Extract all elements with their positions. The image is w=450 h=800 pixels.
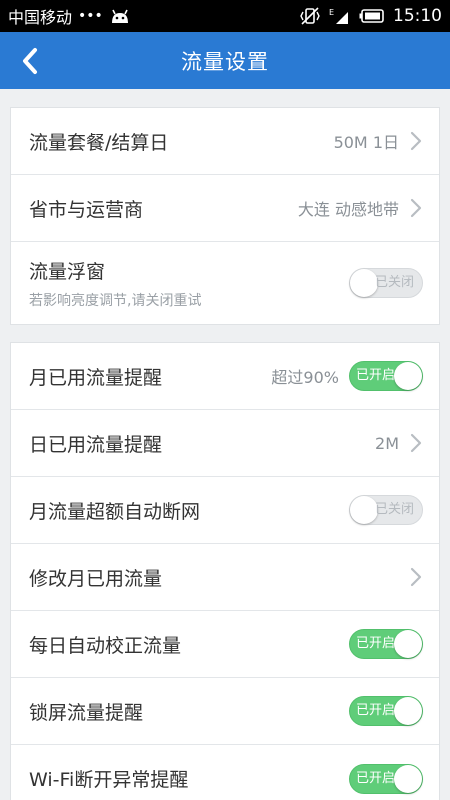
chevron-left-icon <box>20 47 40 75</box>
row-label: 锁屏流量提醒 <box>29 701 144 724</box>
row-label: 修改月已用流量 <box>29 567 163 590</box>
notification-dots: ••• <box>78 8 103 24</box>
auto-disconnect-toggle[interactable]: 已关闭 <box>349 495 423 525</box>
clock: 15:10 <box>393 6 442 26</box>
toggle-knob <box>394 630 422 658</box>
page-title: 流量设置 <box>181 49 269 74</box>
row-value: 50M 1日 <box>333 133 399 152</box>
row-label: 日已用流量提醒 <box>29 433 163 456</box>
toggle-label: 已开启 <box>356 770 396 786</box>
row-value: 2M <box>375 433 399 453</box>
carrier-name: 中国移动 <box>8 8 73 27</box>
toggle-knob <box>350 496 378 524</box>
row-lockscreen-alert: 锁屏流量提醒 已开启 <box>11 678 439 745</box>
toggle-label: 已开启 <box>356 368 396 383</box>
row-wifi-disconnect-alert: Wi-Fi断开异常提醒 已开启 <box>11 745 439 800</box>
android-icon <box>109 8 131 24</box>
toggle-knob <box>394 362 422 390</box>
toggle-knob <box>350 269 378 297</box>
chevron-right-icon <box>409 197 423 219</box>
signal-icon: E <box>329 7 351 25</box>
toggle-label: 已开启 <box>356 636 396 651</box>
lockscreen-alert-toggle[interactable]: 已开启 <box>349 696 423 726</box>
daily-auto-calibrate-toggle[interactable]: 已开启 <box>349 629 423 659</box>
toggle-knob <box>394 697 422 725</box>
toggle-knob <box>394 764 422 793</box>
row-label: 月流量超额自动断网 <box>29 500 201 523</box>
row-daily-auto-calibrate: 每日自动校正流量 已开启 <box>11 611 439 678</box>
vibrate-icon <box>299 7 321 25</box>
row-label: 流量套餐/结算日 <box>29 131 169 154</box>
network-type: E <box>329 8 334 17</box>
row-sublabel: 若影响亮度调节,请关闭重试 <box>29 292 202 309</box>
settings-group-alerts: 月已用流量提醒 超过90% 已开启 日已用流量提醒 2M 月流量超额自动断网 已… <box>10 342 440 800</box>
row-label: 每日自动校正流量 <box>29 634 182 657</box>
row-label: 流量浮窗 <box>29 260 106 283</box>
monthly-usage-alert-toggle[interactable]: 已开启 <box>349 361 423 391</box>
settings-group-plan: 流量套餐/结算日 50M 1日 省市与运营商 大连 动感地带 流量浮窗 若影响亮… <box>10 107 440 325</box>
row-value: 超过90% <box>271 368 339 387</box>
chevron-right-icon <box>409 130 423 152</box>
row-label: Wi-Fi断开异常提醒 <box>29 769 189 791</box>
wifi-disconnect-alert-toggle[interactable]: 已开启 <box>349 763 423 794</box>
row-value: 大连 动感地带 <box>297 200 399 219</box>
app-header: 流量设置 <box>0 32 450 89</box>
row-plan-billing-day[interactable]: 流量套餐/结算日 50M 1日 <box>11 108 439 175</box>
row-region-carrier[interactable]: 省市与运营商 大连 动感地带 <box>11 175 439 242</box>
status-bar: 中国移动 ••• E 15:10 <box>0 0 450 32</box>
row-label: 省市与运营商 <box>29 198 144 221</box>
row-label: 月已用流量提醒 <box>29 366 163 389</box>
back-button[interactable] <box>10 32 50 89</box>
chevron-right-icon <box>409 432 423 454</box>
row-edit-monthly-usage[interactable]: 修改月已用流量 <box>11 544 439 611</box>
toggle-label: 已关闭 <box>374 275 414 290</box>
row-auto-disconnect: 月流量超额自动断网 已关闭 <box>11 477 439 544</box>
chevron-right-icon <box>409 566 423 588</box>
row-monthly-usage-alert[interactable]: 月已用流量提醒 超过90% 已开启 <box>11 343 439 410</box>
toggle-label: 已关闭 <box>374 502 414 517</box>
battery-icon <box>359 9 385 23</box>
toggle-label: 已开启 <box>356 703 396 718</box>
row-daily-usage-alert[interactable]: 日已用流量提醒 2M <box>11 410 439 477</box>
row-floating-window: 流量浮窗 若影响亮度调节,请关闭重试 已关闭 <box>11 242 439 324</box>
floating-window-toggle[interactable]: 已关闭 <box>349 268 423 298</box>
